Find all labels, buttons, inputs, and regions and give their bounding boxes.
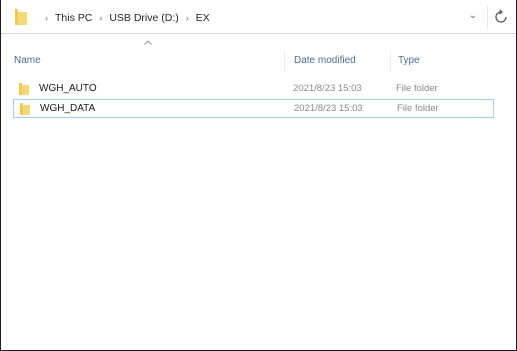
chevron-right-icon[interactable]: › [45, 13, 48, 23]
file-name: WGH_DATA [40, 103, 96, 114]
folder-icon [19, 83, 29, 95]
chevron-right-icon[interactable]: › [99, 13, 102, 23]
folder-icon [20, 103, 30, 115]
file-name: WGH_AUTO [39, 83, 97, 94]
column-header-type[interactable]: Type [398, 55, 420, 66]
column-header-name[interactable]: Name [14, 55, 41, 66]
breadcrumb-this-pc[interactable]: This PC [54, 12, 93, 24]
folder-icon [15, 9, 27, 25]
chevron-down-icon[interactable]: ⌄ [467, 10, 479, 24]
address-divider [487, 6, 488, 28]
file-type: File folder [397, 103, 439, 114]
refresh-icon[interactable] [492, 8, 510, 26]
file-date-modified: 2021/8/23 15:03 [293, 83, 362, 94]
file-explorer-window: › This PC › USB Drive (D:) › EX ⌄ Name D… [0, 0, 517, 351]
breadcrumb-usb-drive[interactable]: USB Drive (D:) [108, 12, 179, 24]
sort-up-arrow-icon [144, 40, 152, 45]
address-bar[interactable]: › This PC › USB Drive (D:) › EX ⌄ [1, 0, 516, 34]
breadcrumb-ex[interactable]: EX [195, 12, 211, 24]
column-header-date-modified[interactable]: Date modified [294, 55, 356, 66]
breadcrumb: › This PC › USB Drive (D:) › EX [39, 9, 211, 27]
file-row-selected[interactable]: WGH_DATA 2021/8/23 15:03 File folder [13, 99, 494, 118]
file-date-modified: 2021/8/23 15:03 [294, 103, 363, 114]
column-divider[interactable] [284, 50, 285, 72]
chevron-right-icon[interactable]: › [186, 13, 189, 23]
column-divider[interactable] [390, 50, 391, 72]
file-type: File folder [396, 83, 438, 94]
file-row[interactable]: WGH_AUTO 2021/8/23 15:03 File folder [13, 80, 494, 99]
column-header-row: Name Date modified Type [1, 38, 516, 76]
